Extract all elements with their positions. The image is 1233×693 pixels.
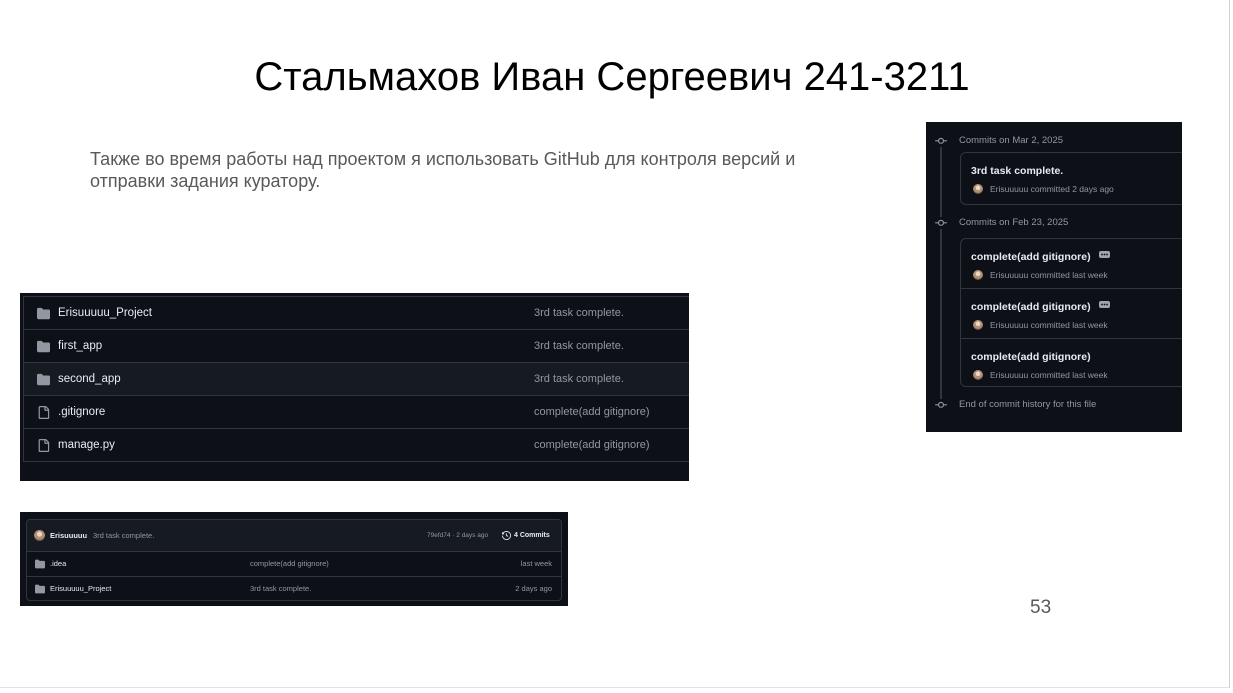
file-list: Erisuuuuu_Project 3rd task complete. fir… [23, 296, 689, 462]
file-last-commit-message: 3rd task complete. [534, 373, 624, 385]
history-icon [502, 531, 511, 540]
folder-icon [37, 307, 50, 320]
file-row: Erisuuuuu_Project 3rd task complete. [24, 297, 689, 330]
file-last-commit-message: complete(add gitignore) [534, 406, 650, 418]
page-number: 53 [1030, 597, 1052, 618]
repo-overview-screenshot: Erisuuuuu 3rd task complete. 79efd74 · 2… [20, 512, 568, 606]
folder-icon [37, 340, 50, 353]
file-row: second_app 3rd task complete. [24, 363, 689, 396]
file-updated-time: last week [520, 559, 552, 568]
file-updated-time: 2 days ago [515, 584, 552, 593]
commit-title: complete(add gitignore) [971, 250, 1110, 264]
file-last-commit-message: 3rd task complete. [250, 584, 312, 593]
commit-byline: Erisuuuuu committed last week [990, 320, 1108, 330]
commit-title: complete(add gitignore) [971, 300, 1110, 314]
commit-title-text: complete(add gitignore) [971, 251, 1091, 263]
commit-hash-and-time: 79efd74 · 2 days ago [427, 532, 489, 539]
file-row: first_app 3rd task complete. [24, 330, 689, 363]
file-row: .idea complete(add gitignore) last week [27, 552, 561, 577]
file-name: second_app [58, 373, 121, 385]
file-name: Erisuuuuu_Project [58, 307, 152, 319]
file-last-commit-message: 3rd task complete. [534, 307, 624, 319]
commit-title-text: complete(add gitignore) [971, 301, 1091, 313]
slide: Стальмахов Иван Сергеевич 241-3211 Также… [0, 0, 1230, 688]
avatar [34, 530, 45, 541]
commit-byline: Erisuuuuu committed last week [990, 370, 1108, 380]
ellipsis-icon [1098, 301, 1110, 308]
file-name: first_app [58, 340, 103, 352]
file-last-commit-message: complete(add gitignore) [250, 559, 329, 568]
commits-count-link: 4 Commits [514, 532, 550, 539]
commit-item: complete(add gitignore) Erisuuuuu commit… [961, 239, 1182, 289]
file-row: .gitignore complete(add gitignore) [24, 396, 689, 429]
file-icon [37, 439, 50, 452]
folder-icon [35, 559, 45, 569]
avatar [973, 184, 983, 194]
timeline-line [940, 141, 942, 405]
commit-title-text: complete(add gitignore) [971, 351, 1091, 363]
git-commit-icon [935, 399, 947, 411]
file-name: Erisuuuuu_Project [50, 584, 112, 593]
commit-group-date: Commits on Feb 23, 2025 [959, 217, 1069, 228]
file-row: manage.py complete(add gitignore) [24, 429, 689, 462]
commit-title: complete(add gitignore) [971, 350, 1091, 364]
commit-byline: Erisuuuuu committed 2 days ago [990, 184, 1114, 194]
repo-file-table: Erisuuuuu 3rd task complete. 79efd74 · 2… [26, 519, 562, 601]
body-text-line: Также во время работы над проектом я исп… [90, 149, 796, 169]
commit-title: 3rd task complete. [971, 164, 1063, 178]
git-commit-icon [935, 217, 947, 229]
latest-commit-message: 3rd task complete. [93, 531, 155, 540]
commit-group-date: Commits on Mar 2, 2025 [959, 135, 1064, 146]
file-last-commit-message: 3rd task complete. [534, 340, 624, 352]
commit-item: complete(add gitignore) Erisuuuuu commit… [961, 339, 1182, 386]
ellipsis-icon [1098, 251, 1110, 258]
file-browser-screenshot: Erisuuuuu_Project 3rd task complete. fir… [20, 293, 689, 481]
commit-item: 3rd task complete. Erisuuuuu committed 2… [961, 153, 1182, 204]
latest-commit-bar: Erisuuuuu 3rd task complete. 79efd74 · 2… [27, 520, 561, 552]
file-name: .gitignore [58, 406, 106, 418]
commit-byline: Erisuuuuu committed last week [990, 270, 1108, 280]
avatar [973, 270, 983, 280]
commit-group-card: 3rd task complete. Erisuuuuu committed 2… [960, 152, 1182, 205]
commit-group-card: complete(add gitignore) Erisuuuuu commit… [960, 238, 1182, 387]
avatar [973, 370, 983, 380]
file-row: Erisuuuuu_Project 3rd task complete. 2 d… [27, 577, 561, 600]
commit-title-text: 3rd task complete. [971, 165, 1064, 177]
file-last-commit-message: complete(add gitignore) [534, 439, 650, 451]
body-text-line: отправки задания куратору. [90, 171, 321, 191]
file-name: manage.py [58, 439, 115, 451]
git-commit-icon [935, 135, 947, 147]
commit-item: complete(add gitignore) Erisuuuuu commit… [961, 289, 1182, 339]
file-icon [37, 406, 50, 419]
file-name: .idea [50, 559, 67, 568]
commit-history-screenshot: Commits on Mar 2, 2025 3rd task complete… [926, 122, 1182, 432]
commit-author: Erisuuuuu [50, 531, 88, 540]
slide-title: Стальмахов Иван Сергеевич 241-3211 [254, 55, 970, 99]
folder-icon [37, 373, 50, 386]
folder-icon [35, 584, 45, 594]
end-of-history-label: End of commit history for this file [959, 399, 1097, 410]
avatar [973, 320, 983, 330]
slide-body-text: Также во время работы над проектом я исп… [90, 148, 795, 192]
